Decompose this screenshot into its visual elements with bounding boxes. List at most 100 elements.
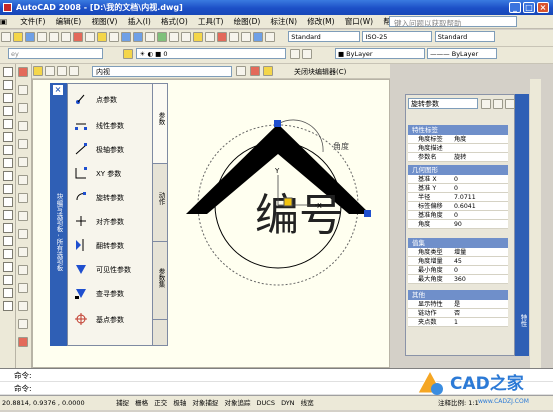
paste-icon[interactable] [97,32,107,42]
polar-toggle[interactable]: 极轴 [171,396,188,410]
cut-icon[interactable] [73,32,83,42]
xline-icon[interactable] [3,80,13,90]
save-block-as-icon[interactable] [57,66,67,76]
properties-icon[interactable] [193,32,203,42]
property-row[interactable]: 角度增量 45 [408,257,508,266]
layer-select[interactable]: ☀ ◐ ■ 0 [136,48,287,59]
property-row[interactable]: 角度 90 [408,220,508,229]
menu-insert[interactable]: 插入(I) [124,15,155,29]
color-select[interactable]: ■ ByLayer [334,48,425,59]
property-row[interactable]: 参数名 旋转 [408,153,508,162]
property-row[interactable]: 显示特性是 [408,300,508,309]
gradient-icon[interactable] [3,262,13,272]
property-row[interactable]: 角度标签 角度 [408,135,508,144]
new-icon[interactable] [1,32,11,42]
tab-parameters[interactable]: 参数 [153,84,167,164]
property-row[interactable]: 标签偏移 0.6041 [408,202,508,211]
table-icon[interactable] [3,288,13,298]
undo-icon[interactable] [121,32,131,42]
trim-icon[interactable] [18,229,28,239]
linetype-select[interactable]: ——— ByLayer [427,48,498,59]
point-icon[interactable] [3,236,13,246]
make-block-icon[interactable] [3,223,13,233]
toolpalette-icon[interactable] [217,32,227,42]
pan-icon[interactable] [145,32,155,42]
workspace-select[interactable]: ey [8,48,103,59]
match-icon[interactable] [109,32,119,42]
region-icon[interactable] [3,275,13,285]
stretch-icon[interactable] [18,211,28,221]
menu-view[interactable]: 视图(V) [87,15,121,29]
redo-icon[interactable] [133,32,143,42]
polygon-icon[interactable] [3,106,13,116]
lwt-toggle[interactable]: 线宽 [299,396,316,410]
snap-toggle[interactable]: 捕捉 [114,396,131,410]
parameter-icon[interactable] [283,197,293,207]
menu-format[interactable]: 格式(O) [157,15,192,29]
extend-icon[interactable] [18,247,28,257]
tab-parameter-sets[interactable]: 参数集 [153,242,167,320]
open-icon[interactable] [13,32,23,42]
sheetset-icon[interactable] [229,32,239,42]
block-name-icon[interactable] [69,66,79,76]
tablestyle-select[interactable]: Standard [434,31,495,42]
textstyle-select[interactable]: Standard [288,31,361,42]
property-row[interactable]: 最小角度 0 [408,266,508,275]
palette-item[interactable]: 可见性参数 [72,260,152,280]
palette-item[interactable]: 翻转参数 [72,236,152,256]
doc-icon[interactable]: ▣ [0,15,14,29]
fillet-icon[interactable] [18,319,28,329]
select-objects-icon[interactable] [493,99,503,109]
menu-file[interactable]: 文件(F) [16,15,49,29]
palette-item[interactable]: XY 参数 [72,164,152,184]
property-row[interactable]: 链动作否 [408,309,508,318]
dimstyle-select[interactable]: ISO-25 [362,31,433,42]
action-icon[interactable] [263,66,273,76]
section-header[interactable]: 特性标签 [408,125,508,135]
palette-item[interactable]: 基点参数 [72,310,152,330]
edit-block-icon[interactable] [33,66,43,76]
spline-icon[interactable] [3,171,13,181]
minimize-button[interactable]: _ [509,2,521,13]
offset-icon[interactable] [18,121,28,131]
property-row[interactable]: 基准 Y0 [408,184,508,193]
designcenter-icon[interactable] [205,32,215,42]
erase-icon[interactable] [18,67,28,77]
calc-icon[interactable] [253,32,263,42]
copy-object-icon[interactable] [18,85,28,95]
preview-icon[interactable] [49,32,59,42]
property-row[interactable]: 基准 X0 [408,175,508,184]
ellipse-arc-icon[interactable] [3,197,13,207]
palette-item[interactable]: 点参数 [72,90,152,110]
menu-edit[interactable]: 编辑(E) [52,15,86,29]
help-icon[interactable] [265,32,275,42]
toggle-pickadd-icon[interactable] [481,99,491,109]
dyn-toggle[interactable]: DYN [279,396,296,410]
palette-close-icon[interactable]: × [53,85,63,95]
arc-icon[interactable] [3,132,13,142]
zoom-prev-icon[interactable] [181,32,191,42]
property-row[interactable]: 角度描述 [408,144,508,153]
close-block-editor-button[interactable]: 关闭块编辑器(C) [294,67,346,77]
line-icon[interactable] [3,67,13,77]
hatch-icon[interactable] [3,249,13,259]
rotate-icon[interactable] [18,175,28,185]
make-current-icon[interactable] [289,49,300,59]
markup-icon[interactable] [241,32,251,42]
mirror-icon[interactable] [18,103,28,113]
properties-title-strip[interactable]: 特性 [515,94,529,356]
app-icon[interactable] [3,3,12,12]
osnap-toggle[interactable]: 对象捕捉 [190,396,220,410]
chamfer-icon[interactable] [18,301,28,311]
palette-item[interactable]: 查寻参数 [72,284,152,304]
print-icon[interactable] [37,32,47,42]
section-header[interactable]: 其他 [408,290,508,300]
scale-icon[interactable] [18,193,28,203]
grip-right[interactable] [364,210,371,217]
otrack-toggle[interactable]: 对象追踪 [222,396,252,410]
insert-block-icon[interactable] [3,210,13,220]
rectangle-icon[interactable] [3,119,13,129]
publish-icon[interactable] [61,32,71,42]
ellipse-icon[interactable] [3,184,13,194]
property-row[interactable]: 角度类型 增量 [408,248,508,257]
